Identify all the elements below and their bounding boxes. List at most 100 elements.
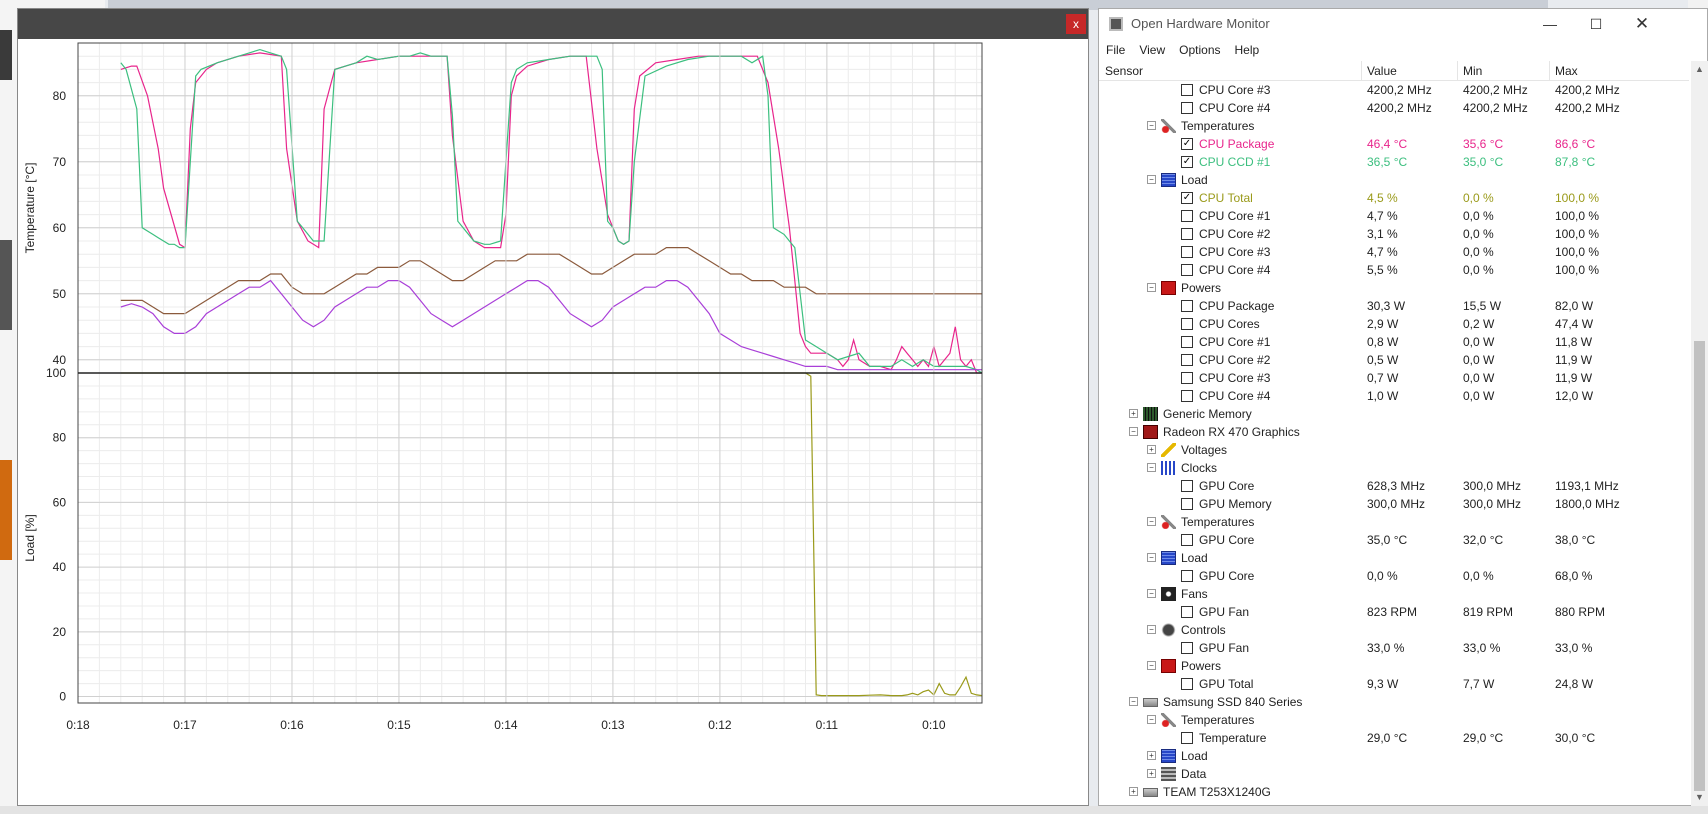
- tree-group[interactable]: − Clocks: [1099, 459, 1689, 477]
- sensor-row[interactable]: GPU Core 628,3 MHz 300,0 MHz 1193,1 MHz: [1099, 477, 1689, 495]
- sensor-row[interactable]: ✓ CPU Total 4,5 % 0,0 % 100,0 %: [1099, 189, 1689, 207]
- collapse-icon[interactable]: −: [1129, 697, 1138, 706]
- sensor-row[interactable]: CPU Core #2 3,1 % 0,0 % 100,0 %: [1099, 225, 1689, 243]
- ohm-title-bar[interactable]: Open Hardware Monitor — ☐ ✕: [1099, 9, 1707, 39]
- tree-group[interactable]: − Temperatures: [1099, 117, 1689, 135]
- tree-group[interactable]: + TEAM T253X1240G: [1099, 783, 1689, 801]
- plot-checkbox[interactable]: [1181, 480, 1193, 492]
- vertical-scrollbar[interactable]: ▲ ▼: [1691, 61, 1708, 806]
- plot-checkbox[interactable]: [1181, 336, 1193, 348]
- sensor-row[interactable]: Temperature 29,0 °C 29,0 °C 30,0 °C: [1099, 729, 1689, 747]
- tree-group[interactable]: − Temperatures: [1099, 513, 1689, 531]
- column-sensor[interactable]: Sensor: [1105, 64, 1143, 78]
- column-value[interactable]: Value: [1367, 64, 1397, 78]
- column-max[interactable]: Max: [1555, 64, 1578, 78]
- sensor-row[interactable]: CPU Core #3 4,7 % 0,0 % 100,0 %: [1099, 243, 1689, 261]
- scroll-thumb[interactable]: [1694, 341, 1705, 791]
- collapse-icon[interactable]: −: [1147, 661, 1156, 670]
- sensor-row[interactable]: CPU Package 30,3 W 15,5 W 82,0 W: [1099, 297, 1689, 315]
- sensor-row[interactable]: CPU Cores 2,9 W 0,2 W 47,4 W: [1099, 315, 1689, 333]
- plot-title-bar[interactable]: x: [18, 9, 1088, 39]
- scroll-down-icon[interactable]: ▼: [1691, 789, 1708, 806]
- tree-group[interactable]: − Samsung SSD 840 Series: [1099, 693, 1689, 711]
- tree-group[interactable]: + Voltages: [1099, 441, 1689, 459]
- tree-group[interactable]: + Generic Memory: [1099, 405, 1689, 423]
- plot-checkbox[interactable]: [1181, 102, 1193, 114]
- scroll-up-icon[interactable]: ▲: [1691, 61, 1708, 78]
- collapse-icon[interactable]: −: [1147, 283, 1156, 292]
- collapse-icon[interactable]: −: [1147, 553, 1156, 562]
- x-tick-label: 0:14: [494, 718, 518, 732]
- column-min[interactable]: Min: [1463, 64, 1482, 78]
- expand-icon[interactable]: +: [1147, 769, 1156, 778]
- expand-icon[interactable]: +: [1129, 787, 1138, 796]
- collapse-icon[interactable]: −: [1147, 589, 1156, 598]
- sensor-row[interactable]: GPU Core 35,0 °C 32,0 °C 38,0 °C: [1099, 531, 1689, 549]
- sensor-row[interactable]: GPU Memory 300,0 MHz 300,0 MHz 1800,0 MHz: [1099, 495, 1689, 513]
- expand-icon[interactable]: +: [1147, 445, 1156, 454]
- sensor-row[interactable]: GPU Core 0,0 % 0,0 % 68,0 %: [1099, 567, 1689, 585]
- sensor-row[interactable]: CPU Core #4 4200,2 MHz 4200,2 MHz 4200,2 MH…: [1099, 99, 1689, 117]
- tree-group[interactable]: − Radeon RX 470 Graphics: [1099, 423, 1689, 441]
- sensor-row[interactable]: ✓ CPU CCD #1 36,5 °C 35,0 °C 87,8 °C: [1099, 153, 1689, 171]
- plot-checkbox[interactable]: [1181, 228, 1193, 240]
- sensor-row[interactable]: ✓ CPU Package 46,4 °C 35,6 °C 86,6 °C: [1099, 135, 1689, 153]
- plot-checkbox[interactable]: [1181, 732, 1193, 744]
- menu-help[interactable]: Help: [1228, 39, 1267, 61]
- sensor-row[interactable]: CPU Core #3 4200,2 MHz 4200,2 MHz 4200,2 MH…: [1099, 81, 1689, 99]
- tree-group[interactable]: + Load: [1099, 747, 1689, 765]
- plot-checkbox[interactable]: [1181, 318, 1193, 330]
- sensor-row[interactable]: CPU Core #4 5,5 % 0,0 % 100,0 %: [1099, 261, 1689, 279]
- plot-checkbox[interactable]: [1181, 534, 1193, 546]
- plot-checkbox[interactable]: [1181, 300, 1193, 312]
- plot-checkbox[interactable]: ✓: [1181, 156, 1193, 168]
- tree-group[interactable]: − Controls: [1099, 621, 1689, 639]
- menu-options[interactable]: Options: [1172, 39, 1227, 61]
- tree-group[interactable]: + Data: [1099, 765, 1689, 783]
- tree-group[interactable]: − Temperatures: [1099, 711, 1689, 729]
- collapse-icon[interactable]: −: [1147, 121, 1156, 130]
- sensor-row[interactable]: CPU Core #3 0,7 W 0,0 W 11,9 W: [1099, 369, 1689, 387]
- maximize-button[interactable]: ☐: [1573, 9, 1619, 39]
- plot-checkbox[interactable]: [1181, 246, 1193, 258]
- collapse-icon[interactable]: −: [1147, 517, 1156, 526]
- tree-group[interactable]: − Load: [1099, 171, 1689, 189]
- expand-icon[interactable]: +: [1129, 409, 1138, 418]
- plot-checkbox[interactable]: [1181, 84, 1193, 96]
- plot-checkbox[interactable]: [1181, 372, 1193, 384]
- tree-group[interactable]: − Powers: [1099, 657, 1689, 675]
- sensor-plot[interactable]: 40 50 60 70 80 Temperature [°C] 0 20 40 60 80 100 Lo…: [18, 39, 1088, 805]
- plot-checkbox[interactable]: [1181, 264, 1193, 276]
- close-button[interactable]: x: [1066, 14, 1086, 34]
- menu-file[interactable]: File: [1099, 39, 1132, 61]
- collapse-icon[interactable]: −: [1147, 625, 1156, 634]
- close-button[interactable]: ✕: [1619, 9, 1665, 39]
- sensor-row[interactable]: GPU Total 9,3 W 7,7 W 24,8 W: [1099, 675, 1689, 693]
- plot-checkbox[interactable]: ✓: [1181, 192, 1193, 204]
- collapse-icon[interactable]: −: [1147, 715, 1156, 724]
- tree-group[interactable]: − Powers: [1099, 279, 1689, 297]
- plot-checkbox[interactable]: [1181, 642, 1193, 654]
- expand-icon[interactable]: +: [1147, 751, 1156, 760]
- collapse-icon[interactable]: −: [1147, 463, 1156, 472]
- sensor-row[interactable]: GPU Fan 823 RPM 819 RPM 880 RPM: [1099, 603, 1689, 621]
- plot-checkbox[interactable]: [1181, 678, 1193, 690]
- plot-checkbox[interactable]: [1181, 606, 1193, 618]
- plot-checkbox[interactable]: [1181, 354, 1193, 366]
- sensor-row[interactable]: CPU Core #2 0,5 W 0,0 W 11,9 W: [1099, 351, 1689, 369]
- tree-group[interactable]: − Fans: [1099, 585, 1689, 603]
- tree-group[interactable]: − Load: [1099, 549, 1689, 567]
- plot-checkbox[interactable]: [1181, 210, 1193, 222]
- sensor-row[interactable]: CPU Core #1 0,8 W 0,0 W 11,8 W: [1099, 333, 1689, 351]
- sensor-row[interactable]: GPU Fan 33,0 % 33,0 % 33,0 %: [1099, 639, 1689, 657]
- collapse-icon[interactable]: −: [1129, 427, 1138, 436]
- collapse-icon[interactable]: −: [1147, 175, 1156, 184]
- plot-checkbox[interactable]: [1181, 498, 1193, 510]
- minimize-button[interactable]: —: [1527, 9, 1573, 39]
- sensor-row[interactable]: CPU Core #4 1,0 W 0,0 W 12,0 W: [1099, 387, 1689, 405]
- plot-checkbox[interactable]: ✓: [1181, 138, 1193, 150]
- sensor-row[interactable]: CPU Core #1 4,7 % 0,0 % 100,0 %: [1099, 207, 1689, 225]
- plot-checkbox[interactable]: [1181, 390, 1193, 402]
- menu-view[interactable]: View: [1132, 39, 1172, 61]
- plot-checkbox[interactable]: [1181, 570, 1193, 582]
